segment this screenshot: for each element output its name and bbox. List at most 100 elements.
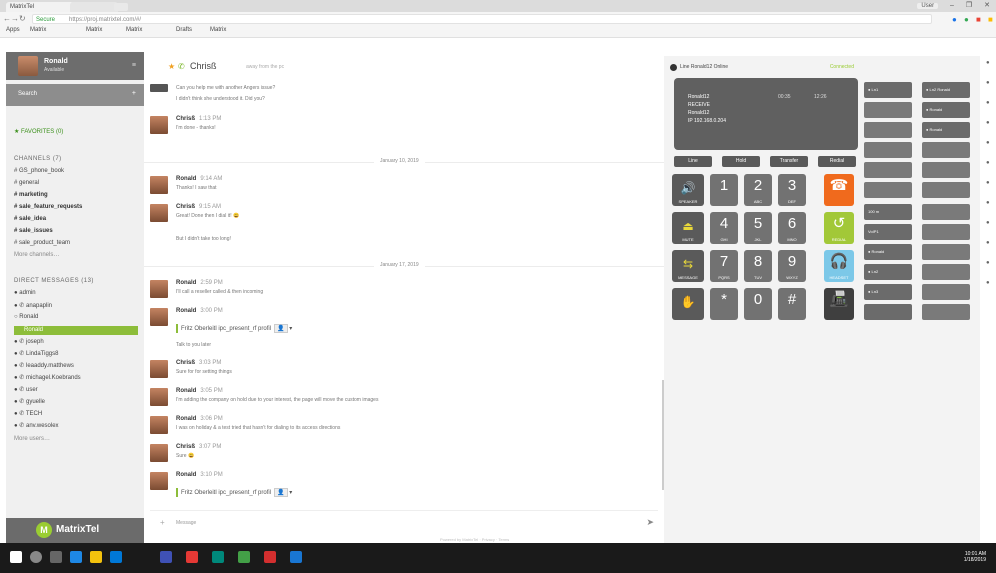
- sidebar-item-dm[interactable]: ● ✆ leaaddy.matthews: [14, 362, 74, 369]
- favorite-star-icon[interactable]: ★: [168, 62, 175, 71]
- toolbar-icon[interactable]: ●: [986, 280, 990, 286]
- sidebar-item-channel[interactable]: # sale_feature_requests: [14, 204, 82, 210]
- sidebar-item-channel[interactable]: # sale_product_team: [14, 240, 70, 246]
- blf-key[interactable]: ● Ronald: [922, 122, 970, 138]
- dial-key-5[interactable]: 5 JKL: [744, 212, 772, 244]
- app-icon[interactable]: [160, 551, 172, 563]
- bookmark[interactable]: Matrix: [86, 27, 102, 33]
- sidebar-item-dm[interactable]: ● ✆ user: [14, 386, 38, 393]
- new-tab-button[interactable]: [114, 3, 128, 11]
- sidebar-item-channel[interactable]: # marketing: [14, 192, 48, 198]
- sidebar-item-channel[interactable]: # sale_issues: [14, 228, 53, 234]
- blf-key[interactable]: ● Ln1: [864, 82, 912, 98]
- redial-button[interactable]: ↺ REDIAL: [824, 212, 854, 244]
- sidebar-item-active[interactable]: Ronald: [14, 326, 138, 335]
- dial-key-9[interactable]: 9 WXYZ: [778, 250, 806, 282]
- softkey-button[interactable]: Transfer: [770, 156, 808, 167]
- sidebar-item-channel[interactable]: # GS_phone_book: [14, 168, 64, 174]
- profile-icon[interactable]: 👤: [274, 488, 288, 497]
- message-composer[interactable]: + Message ➤: [150, 510, 658, 533]
- toolbar-icon[interactable]: ●: [986, 140, 990, 146]
- system-clock[interactable]: 10:01 AM 1/18/2019: [964, 551, 986, 563]
- dial-key-star[interactable]: *: [710, 288, 738, 320]
- chrome-icon[interactable]: [186, 551, 198, 563]
- folder-icon[interactable]: [90, 551, 102, 563]
- back-icon[interactable]: ←: [3, 14, 11, 23]
- app-icon[interactable]: [290, 551, 302, 563]
- toolbar-icon[interactable]: ●: [986, 100, 990, 106]
- headset-button[interactable]: 🎧 HEADSET: [824, 250, 854, 282]
- dial-key-0[interactable]: 0: [744, 288, 772, 320]
- more-users-link[interactable]: More users…: [14, 436, 50, 442]
- maximize-icon[interactable]: ❐: [966, 2, 972, 9]
- dial-key-7[interactable]: 7 PQRS: [710, 250, 738, 282]
- toolbar-icon[interactable]: ●: [986, 220, 990, 226]
- blf-key[interactable]: ● Ronald: [922, 102, 970, 118]
- toolbar-icon[interactable]: ●: [986, 240, 990, 246]
- store-icon[interactable]: [110, 551, 122, 563]
- mute-button[interactable]: ⏏ MUTE: [672, 212, 704, 244]
- sidebar-item-dm[interactable]: ● admin: [14, 290, 36, 296]
- more-channels-link[interactable]: More channels…: [14, 252, 59, 258]
- extension-icon-2[interactable]: ●: [964, 15, 969, 24]
- blf-key[interactable]: ● Ln2 Ronald: [922, 82, 970, 98]
- forward-icon[interactable]: →: [11, 14, 19, 23]
- bookmark[interactable]: Matrix: [210, 27, 226, 33]
- app-icon[interactable]: [264, 551, 276, 563]
- sidebar-item-dm[interactable]: ● ✆ anv.wesolex: [14, 422, 59, 429]
- blf-key[interactable]: [864, 102, 912, 118]
- blf-key[interactable]: ● Ronald: [864, 244, 912, 260]
- blf-key[interactable]: [922, 244, 970, 260]
- profile-button[interactable]: User: [917, 3, 939, 9]
- edge-icon[interactable]: [70, 551, 82, 563]
- extension-icon-3[interactable]: ■: [976, 15, 981, 24]
- softkey-button[interactable]: Hold: [722, 156, 760, 167]
- search-icon[interactable]: [30, 551, 42, 563]
- task-view-icon[interactable]: [50, 551, 62, 563]
- blf-key[interactable]: [922, 304, 970, 320]
- toolbar-icon[interactable]: ●: [986, 120, 990, 126]
- hold-button[interactable]: ✋: [672, 288, 704, 320]
- minimize-icon[interactable]: –: [950, 2, 954, 9]
- blf-key[interactable]: [922, 204, 970, 220]
- bookmark[interactable]: Drafts: [176, 27, 192, 33]
- address-input[interactable]: Secure https://proj.matrixtel.com/#/: [32, 14, 932, 24]
- profile-icon[interactable]: 👤: [274, 324, 288, 333]
- blf-key[interactable]: [922, 224, 970, 240]
- close-icon[interactable]: ✕: [984, 2, 990, 9]
- blf-key[interactable]: [922, 284, 970, 300]
- call-icon[interactable]: ✆: [178, 62, 185, 71]
- user-header[interactable]: Ronald Available ≡: [6, 52, 144, 80]
- sidebar-item-channel[interactable]: # general: [14, 180, 39, 186]
- toolbar-icon[interactable]: ●: [986, 200, 990, 206]
- blf-key[interactable]: [864, 182, 912, 198]
- message-input[interactable]: Message: [176, 520, 196, 526]
- toolbar-icon[interactable]: ●: [986, 80, 990, 86]
- browser-tab-2[interactable]: [70, 2, 118, 12]
- reload-icon[interactable]: ↻: [19, 14, 26, 23]
- sidebar-search[interactable]: Search +: [6, 84, 144, 106]
- sidebar-item-dm[interactable]: ● ✆ anapaplin: [14, 302, 52, 309]
- bookmark[interactable]: Matrix: [126, 27, 142, 33]
- sidebar-item-dm[interactable]: ● ✆ gyuelle: [14, 398, 45, 405]
- attachment-quote[interactable]: Fritz Oberleitl ipc_present_rf profil 👤 ▾: [176, 488, 292, 497]
- attachment-quote[interactable]: Fritz Oberleitl ipc_present_rf profil 👤 ▾: [176, 324, 292, 333]
- blf-key[interactable]: 100 m: [864, 204, 912, 220]
- blf-key[interactable]: [864, 142, 912, 158]
- blf-key[interactable]: [864, 304, 912, 320]
- dial-key-1[interactable]: 1: [710, 174, 738, 206]
- blf-key[interactable]: [922, 182, 970, 198]
- start-icon[interactable]: [10, 551, 22, 563]
- toolbar-icon[interactable]: ●: [986, 180, 990, 186]
- browser-tab-active[interactable]: MatrixTel: [6, 2, 74, 12]
- sidebar-item-dm[interactable]: ● ✆ LindaTiggs8: [14, 350, 58, 357]
- blf-key[interactable]: ● Ln3: [864, 284, 912, 300]
- add-icon[interactable]: +: [132, 90, 136, 97]
- dial-key-hash[interactable]: #: [778, 288, 806, 320]
- menu-icon[interactable]: ■: [988, 15, 993, 24]
- sidebar-item-dm[interactable]: ● ✆ joseph: [14, 338, 44, 345]
- message-button[interactable]: ⇆ MESSAGE: [672, 250, 704, 282]
- bookmark[interactable]: Apps: [6, 27, 20, 33]
- blf-key[interactable]: [922, 162, 970, 178]
- menu-icon[interactable]: ≡: [132, 62, 136, 69]
